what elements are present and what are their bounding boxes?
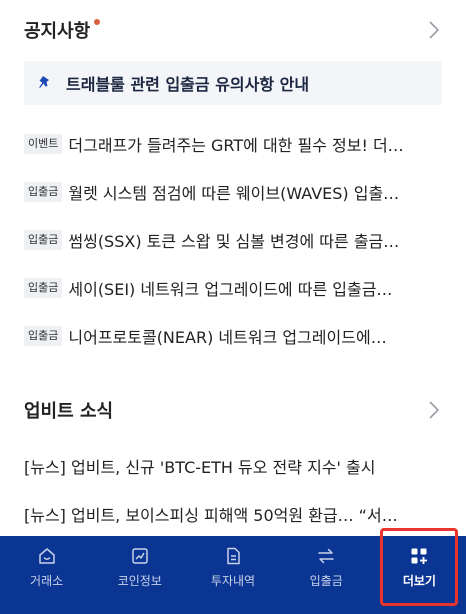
news-header[interactable]: 업비트 소식 (24, 390, 442, 430)
nav-label: 코인정보 (117, 574, 162, 588)
notices-header[interactable]: 공지사항 (24, 10, 442, 50)
exchange-icon (38, 548, 55, 564)
notice-text: 더그래프가 들려주는 GRT에 대한 필수 정보! 더… (68, 136, 404, 155)
nav-label: 더보기 (402, 574, 436, 588)
transfer-icon (318, 548, 334, 564)
notice-item[interactable]: 입출금 니어프로토콜(NEAR) 네트워크 업그레이드에… (24, 312, 442, 360)
more-icon (411, 548, 428, 564)
notice-list: 이벤트 더그래프가 들려주는 GRT에 대한 필수 정보! 더… 입출금 월렛 … (24, 120, 442, 360)
nav-item-exchange[interactable]: 거래소 (0, 536, 93, 614)
chevron-right-icon[interactable] (426, 399, 442, 421)
notice-item[interactable]: 이벤트 더그래프가 들려주는 GRT에 대한 필수 정보! 더… (24, 120, 442, 168)
news-title: 업비트 소식 (24, 401, 114, 422)
notice-tag: 입출금 (24, 230, 63, 250)
nav-label: 입출금 (309, 574, 343, 588)
notice-item[interactable]: 입출금 썸씽(SSX) 토큰 스왑 및 심볼 변경에 따른 출금… (24, 216, 442, 264)
notice-tag: 이벤트 (24, 134, 63, 154)
nav-label: 투자내역 (210, 574, 256, 588)
news-item[interactable]: [뉴스] 업비트, 보이스피싱 피해액 50억원 환급… “서… (24, 490, 442, 538)
news-item[interactable]: [뉴스] 업비트, 신규 'BTC-ETH 듀오 전략 지수' 출시 (24, 442, 442, 490)
chart-icon (132, 548, 148, 564)
document-icon (227, 547, 240, 565)
nav-item-transfer[interactable]: 입출금 (280, 536, 373, 614)
notices-title: 공지사항 (24, 17, 101, 43)
notice-text: 세이(SEI) 네트워크 업그레이드에 따른 입출금… (68, 280, 393, 299)
pinned-notice-text: 트래블룰 관련 입출금 유의사항 안내 (66, 75, 310, 94)
notices-title-text: 공지사항 (24, 21, 91, 42)
notice-item[interactable]: 입출금 월렛 시스템 점검에 따른 웨이브(WAVES) 입출… (24, 168, 442, 216)
chevron-right-icon[interactable] (426, 19, 442, 41)
news-text: [뉴스] 업비트, 신규 'BTC-ETH 듀오 전략 지수' 출시 (24, 458, 376, 477)
nav-item-investments[interactable]: 투자내역 (186, 536, 279, 614)
notice-tag: 입출금 (24, 326, 63, 346)
nav-label: 거래소 (30, 574, 64, 588)
nav-item-coin-info[interactable]: 코인정보 (93, 536, 186, 614)
notice-tag: 입출금 (24, 278, 63, 298)
nav-item-more[interactable]: 더보기 (373, 536, 466, 614)
notice-tag: 입출금 (24, 182, 63, 202)
notice-item[interactable]: 입출금 세이(SEI) 네트워크 업그레이드에 따른 입출금… (24, 264, 442, 312)
notice-text: 니어프로토콜(NEAR) 네트워크 업그레이드에… (68, 328, 387, 347)
notice-text: 월렛 시스템 점검에 따른 웨이브(WAVES) 입출… (68, 184, 400, 203)
news-list: [뉴스] 업비트, 신규 'BTC-ETH 듀오 전략 지수' 출시 [뉴스] … (24, 442, 442, 538)
new-indicator-dot (94, 19, 101, 25)
bottom-nav: 거래소 코인정보 투자내역 입출금 더보기 (0, 536, 466, 614)
news-text: [뉴스] 업비트, 보이스피싱 피해액 50억원 환급… “서… (24, 506, 398, 525)
pinned-notice[interactable]: 트래블룰 관련 입출금 유의사항 안내 (24, 61, 442, 105)
notice-text: 썸씽(SSX) 토큰 스왑 및 심볼 변경에 따른 출금… (68, 232, 400, 251)
pin-icon (39, 76, 49, 88)
